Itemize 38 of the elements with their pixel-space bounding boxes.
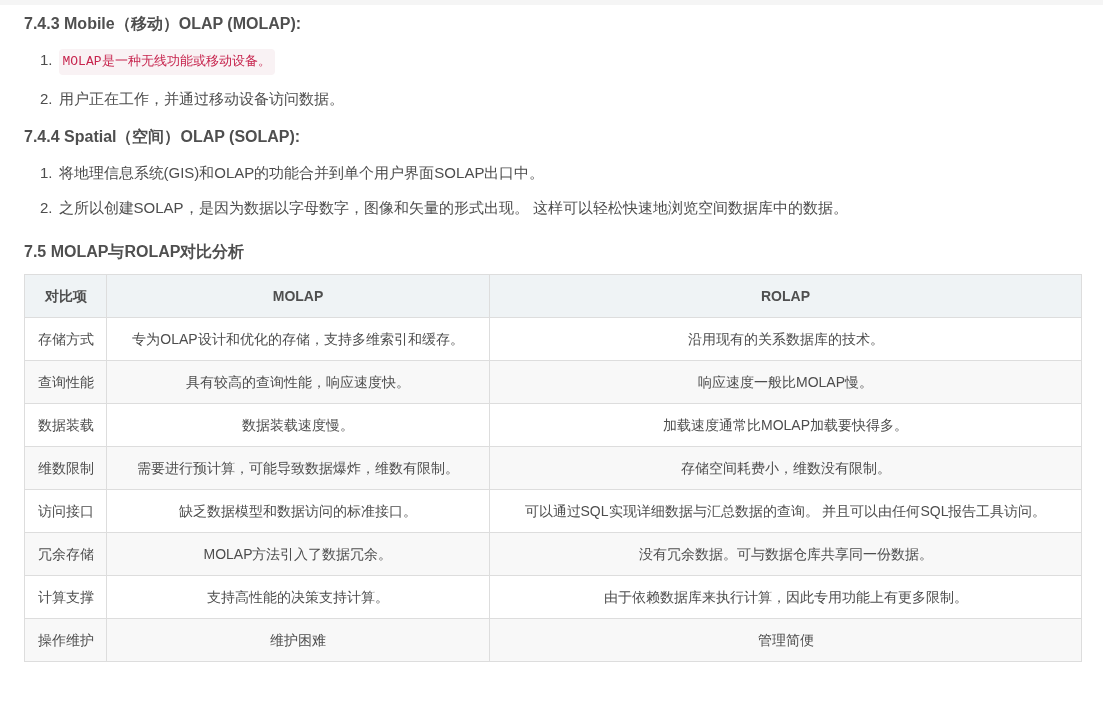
table-cell: 维数限制	[24, 446, 107, 490]
list-item-text: 将地理信息系统(GIS)和OLAP的功能合并到单个用户界面SOLAP出口中。	[58, 163, 545, 183]
table-cell: 访问接口	[24, 489, 107, 533]
table-cell: 没有冗余数据。可与数据仓库共享同一份数据。	[489, 532, 1082, 576]
table-cell: 冗余存储	[24, 532, 107, 576]
column-header: 对比项	[24, 274, 107, 318]
list-item-text: 用户正在工作，并通过移动设备访问数据。	[58, 89, 344, 109]
table-cell: 沿用现有的关系数据库的技术。	[489, 317, 1082, 361]
table-cell: 存储方式	[24, 317, 107, 361]
table-cell: 管理简便	[489, 618, 1082, 662]
table-cell: 数据装载	[24, 403, 107, 447]
list-item-text: 之所以创建SOLAP，是因为数据以字母数字，图像和矢量的形式出现。 这样可以轻松快速地浏览空间数据库中的数据。	[58, 198, 848, 218]
table-cell: 计算支撑	[24, 575, 107, 619]
list-number: 1.	[40, 50, 53, 70]
table-cell: 需要进行预计算，可能导致数据爆炸，维数有限制。	[106, 446, 490, 490]
list-number: 1.	[40, 163, 53, 183]
table-cell: 存储空间耗费小，维数没有限制。	[489, 446, 1082, 490]
table-cell: 由于依赖数据库来执行计算，因此专用功能上有更多限制。	[489, 575, 1082, 619]
table-cell: 查询性能	[24, 360, 107, 404]
table-cell: 缺乏数据模型和数据访问的标准接口。	[106, 489, 490, 533]
table-cell: 数据装载速度慢。	[106, 403, 490, 447]
table-cell: 操作维护	[24, 618, 107, 662]
table-cell: 具有较高的查询性能，响应速度快。	[106, 360, 490, 404]
table-cell: 专为OLAP设计和优化的存储，支持多维索引和缓存。	[106, 317, 490, 361]
column-header: MOLAP	[106, 274, 490, 318]
column-header: ROLAP	[489, 274, 1082, 318]
table-cell: 响应速度一般比MOLAP慢。	[489, 360, 1082, 404]
table-cell: 可以通过SQL实现详细数据与汇总数据的查询。 并且可以由任何SQL报告工具访问。	[489, 489, 1082, 533]
section-heading: 7.4.4 Spatial（空间）OLAP (SOLAP):	[24, 127, 302, 147]
table-cell: 加载速度通常比MOLAP加载要快得多。	[489, 403, 1082, 447]
section-heading: 7.5 MOLAP与ROLAP对比分析	[24, 242, 246, 262]
list-number: 2.	[40, 89, 53, 109]
table-cell: 维护困难	[106, 618, 490, 662]
list-number: 2.	[40, 198, 53, 218]
table-cell: MOLAP方法引入了数据冗余。	[106, 532, 490, 576]
section-heading: 7.4.3 Mobile（移动）OLAP (MOLAP):	[24, 14, 303, 34]
inline-code: MOLAP是一种无线功能或移动设备。	[58, 49, 275, 75]
table-cell: 支持高性能的决策支持计算。	[106, 575, 490, 619]
